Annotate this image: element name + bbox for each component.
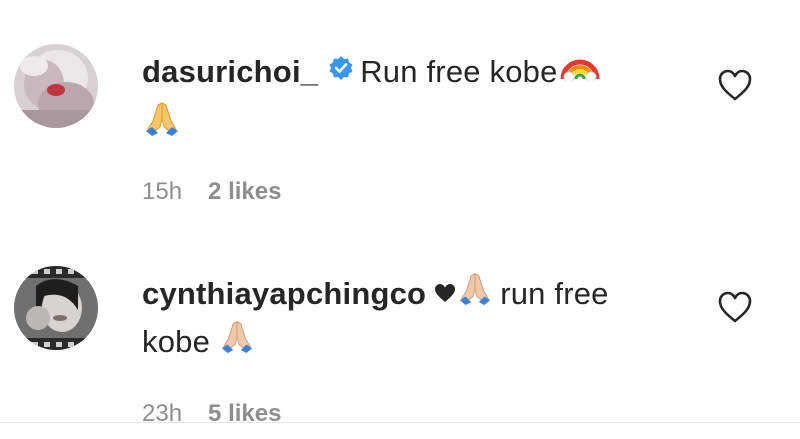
comment-meta: 15h 2 likes <box>142 178 281 206</box>
avatar-image <box>14 266 98 350</box>
comment-time: 15h <box>142 178 183 205</box>
avatar[interactable] <box>14 44 98 128</box>
avatar[interactable] <box>14 266 98 350</box>
comment-message: run free <box>500 276 609 312</box>
crop-edge <box>0 422 800 439</box>
comment-username[interactable]: cynthiayapchingco <box>142 276 426 311</box>
comment-text: dasurichoi_ Run free kobe <box>142 50 600 147</box>
comment-username[interactable]: dasurichoi_ <box>142 54 318 89</box>
black-heart-emoji-icon <box>434 271 456 315</box>
avatar-image <box>14 44 98 128</box>
folded-hands-emoji-icon <box>458 270 492 318</box>
folded-hands-emoji-icon <box>220 318 254 366</box>
rainbow-emoji-icon <box>560 47 600 93</box>
comment-message-continued: kobe <box>142 324 211 360</box>
folded-hands-emoji-icon <box>144 99 180 149</box>
likes-count-link[interactable]: 2 likes <box>208 178 281 205</box>
like-heart-icon[interactable] <box>717 68 753 102</box>
like-heart-icon[interactable] <box>717 290 753 324</box>
comment-message: Run free kobe <box>360 54 558 89</box>
verified-badge-icon <box>328 49 354 93</box>
comment-text: cynthiayapchingco run free kobe <box>142 272 609 368</box>
